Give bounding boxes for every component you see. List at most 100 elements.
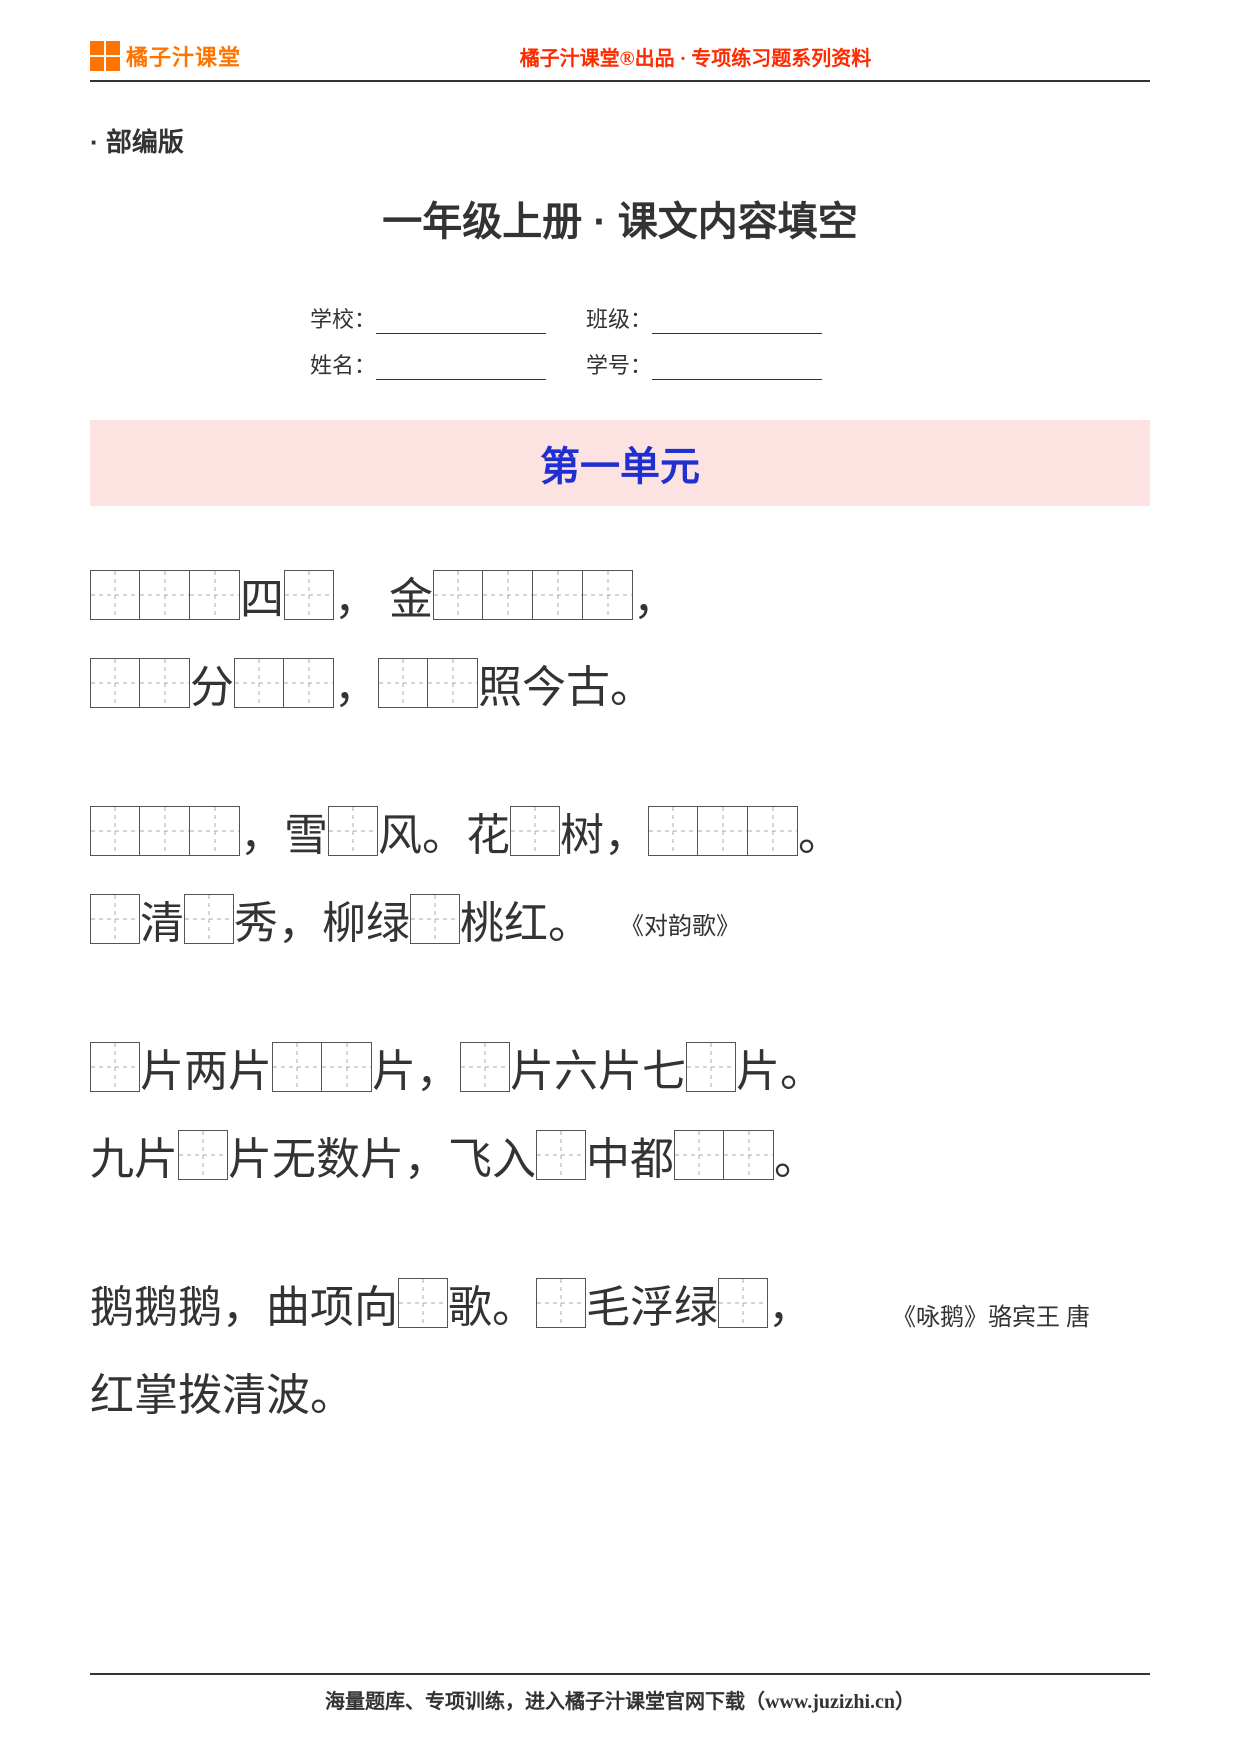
blank-box-group[interactable] (718, 1278, 768, 1328)
school-field[interactable] (376, 313, 546, 334)
blank-box-group[interactable] (284, 570, 334, 620)
blank-box[interactable] (748, 806, 798, 856)
blank-box[interactable] (178, 1130, 228, 1180)
citation: 《对韵歌》 (632, 914, 740, 940)
blank-box-group[interactable] (410, 894, 460, 944)
blank-box-group[interactable] (378, 658, 478, 708)
blank-box-group[interactable] (648, 806, 798, 856)
text-segment: 九片 (90, 1135, 178, 1184)
blank-box[interactable] (284, 570, 334, 620)
blank-box-group[interactable] (178, 1130, 228, 1180)
blank-box[interactable] (140, 658, 190, 708)
text-segment: 红掌拨清波。 (90, 1371, 354, 1420)
blank-box[interactable] (378, 658, 428, 708)
text-segment: 片无数片，飞入 (228, 1135, 536, 1184)
header-bar: 橘子汁课堂 橘子汁课堂®出品 · 专项练习题系列资料 (90, 40, 1150, 82)
blank-box[interactable] (718, 1278, 768, 1328)
blank-box-group[interactable] (90, 1042, 140, 1092)
id-field[interactable] (652, 359, 822, 380)
stanza: ，雪风。花树，。清秀，柳绿桃红。《对韵歌》 (90, 792, 1150, 968)
blank-box[interactable] (234, 658, 284, 708)
blank-box[interactable] (536, 1278, 586, 1328)
blank-box[interactable] (328, 806, 378, 856)
blank-box[interactable] (483, 570, 533, 620)
text-segment: ，雪 (240, 811, 328, 860)
text-segment: ， 金 (334, 575, 433, 624)
blank-box-group[interactable] (272, 1042, 372, 1092)
brand-name: 橘子汁课堂 (126, 40, 241, 72)
blank-box[interactable] (190, 806, 240, 856)
blank-box-group[interactable] (398, 1278, 448, 1328)
blank-box-group[interactable] (536, 1278, 586, 1328)
blank-box[interactable] (686, 1042, 736, 1092)
text-segment: 四 (240, 575, 284, 624)
blank-box[interactable] (272, 1042, 322, 1092)
brand-logo: 橘子汁课堂 (90, 40, 241, 72)
blank-box-group[interactable] (90, 570, 240, 620)
blank-box[interactable] (433, 570, 483, 620)
exercise-line: 红掌拨清波。《咏鹅》骆宾王 唐 (90, 1352, 1150, 1440)
text-segment: 片六片七 (510, 1047, 686, 1096)
blank-box-group[interactable] (510, 806, 560, 856)
exercise-line: ，雪风。花树，。 (90, 792, 1150, 880)
stanza: 四， 金，分，照今古。 (90, 556, 1150, 732)
blank-box[interactable] (398, 1278, 448, 1328)
exercise-content: 四， 金，分，照今古。，雪风。花树，。清秀，柳绿桃红。《对韵歌》片两片片，片六片… (90, 556, 1150, 1440)
id-label: 学号： (586, 348, 652, 380)
blank-box[interactable] (90, 1042, 140, 1092)
blank-box-group[interactable] (536, 1130, 586, 1180)
blank-box-group[interactable] (90, 658, 190, 708)
blank-box[interactable] (648, 806, 698, 856)
blank-box[interactable] (674, 1130, 724, 1180)
text-segment: 树， (560, 811, 648, 860)
page-title: 一年级上册 · 课文内容填空 (90, 189, 1150, 247)
blank-box[interactable] (90, 894, 140, 944)
school-label: 学校： (310, 302, 376, 334)
page-footer: 海量题库、专项训练，进入橘子汁课堂官网下载（www.juzizhi.cn） (90, 1673, 1150, 1714)
worksheet-page: 橘子汁课堂 橘子汁课堂®出品 · 专项练习题系列资料 · 部编版 一年级上册 ·… (0, 0, 1240, 1754)
name-field[interactable] (376, 359, 546, 380)
name-label: 姓名： (310, 348, 376, 380)
text-segment: 分 (190, 663, 234, 712)
blank-box[interactable] (533, 570, 583, 620)
text-segment: 片两片 (140, 1047, 272, 1096)
blank-box-group[interactable] (674, 1130, 774, 1180)
text-segment: 中都 (586, 1135, 674, 1184)
exercise-line: 四， 金， (90, 556, 1150, 644)
blank-box-group[interactable] (234, 658, 334, 708)
text-segment: ， (768, 1283, 812, 1332)
blank-box-group[interactable] (184, 894, 234, 944)
blank-box-group[interactable] (90, 894, 140, 944)
blank-box[interactable] (724, 1130, 774, 1180)
blank-box-group[interactable] (433, 570, 633, 620)
class-field[interactable] (652, 313, 822, 334)
citation: 《咏鹅》骆宾王 唐 (892, 1294, 1090, 1342)
stanza: 鹅鹅鹅，曲项向歌。毛浮绿，红掌拨清波。《咏鹅》骆宾王 唐 (90, 1264, 1150, 1440)
blank-box-group[interactable] (328, 806, 378, 856)
blank-box[interactable] (90, 806, 140, 856)
text-segment: 鹅鹅鹅，曲项向 (90, 1283, 398, 1332)
blank-box[interactable] (536, 1130, 586, 1180)
blank-box[interactable] (698, 806, 748, 856)
text-segment: 。 (774, 1135, 818, 1184)
blank-box-group[interactable] (686, 1042, 736, 1092)
blank-box[interactable] (190, 570, 240, 620)
blank-box[interactable] (184, 894, 234, 944)
blank-box-group[interactable] (460, 1042, 510, 1092)
blank-box[interactable] (583, 570, 633, 620)
blank-box[interactable] (428, 658, 478, 708)
blank-box[interactable] (410, 894, 460, 944)
blank-box[interactable] (322, 1042, 372, 1092)
blank-box[interactable] (460, 1042, 510, 1092)
text-segment: 。 (798, 811, 842, 860)
blank-box[interactable] (284, 658, 334, 708)
exercise-line: 九片 片无数片，飞入 中都 。 (90, 1116, 1150, 1204)
blank-box[interactable] (510, 806, 560, 856)
text-segment: 清 (140, 899, 184, 948)
blank-box[interactable] (90, 658, 140, 708)
blank-box[interactable] (90, 570, 140, 620)
blank-box[interactable] (140, 570, 190, 620)
class-label: 班级： (586, 302, 652, 334)
blank-box-group[interactable] (90, 806, 240, 856)
blank-box[interactable] (140, 806, 190, 856)
